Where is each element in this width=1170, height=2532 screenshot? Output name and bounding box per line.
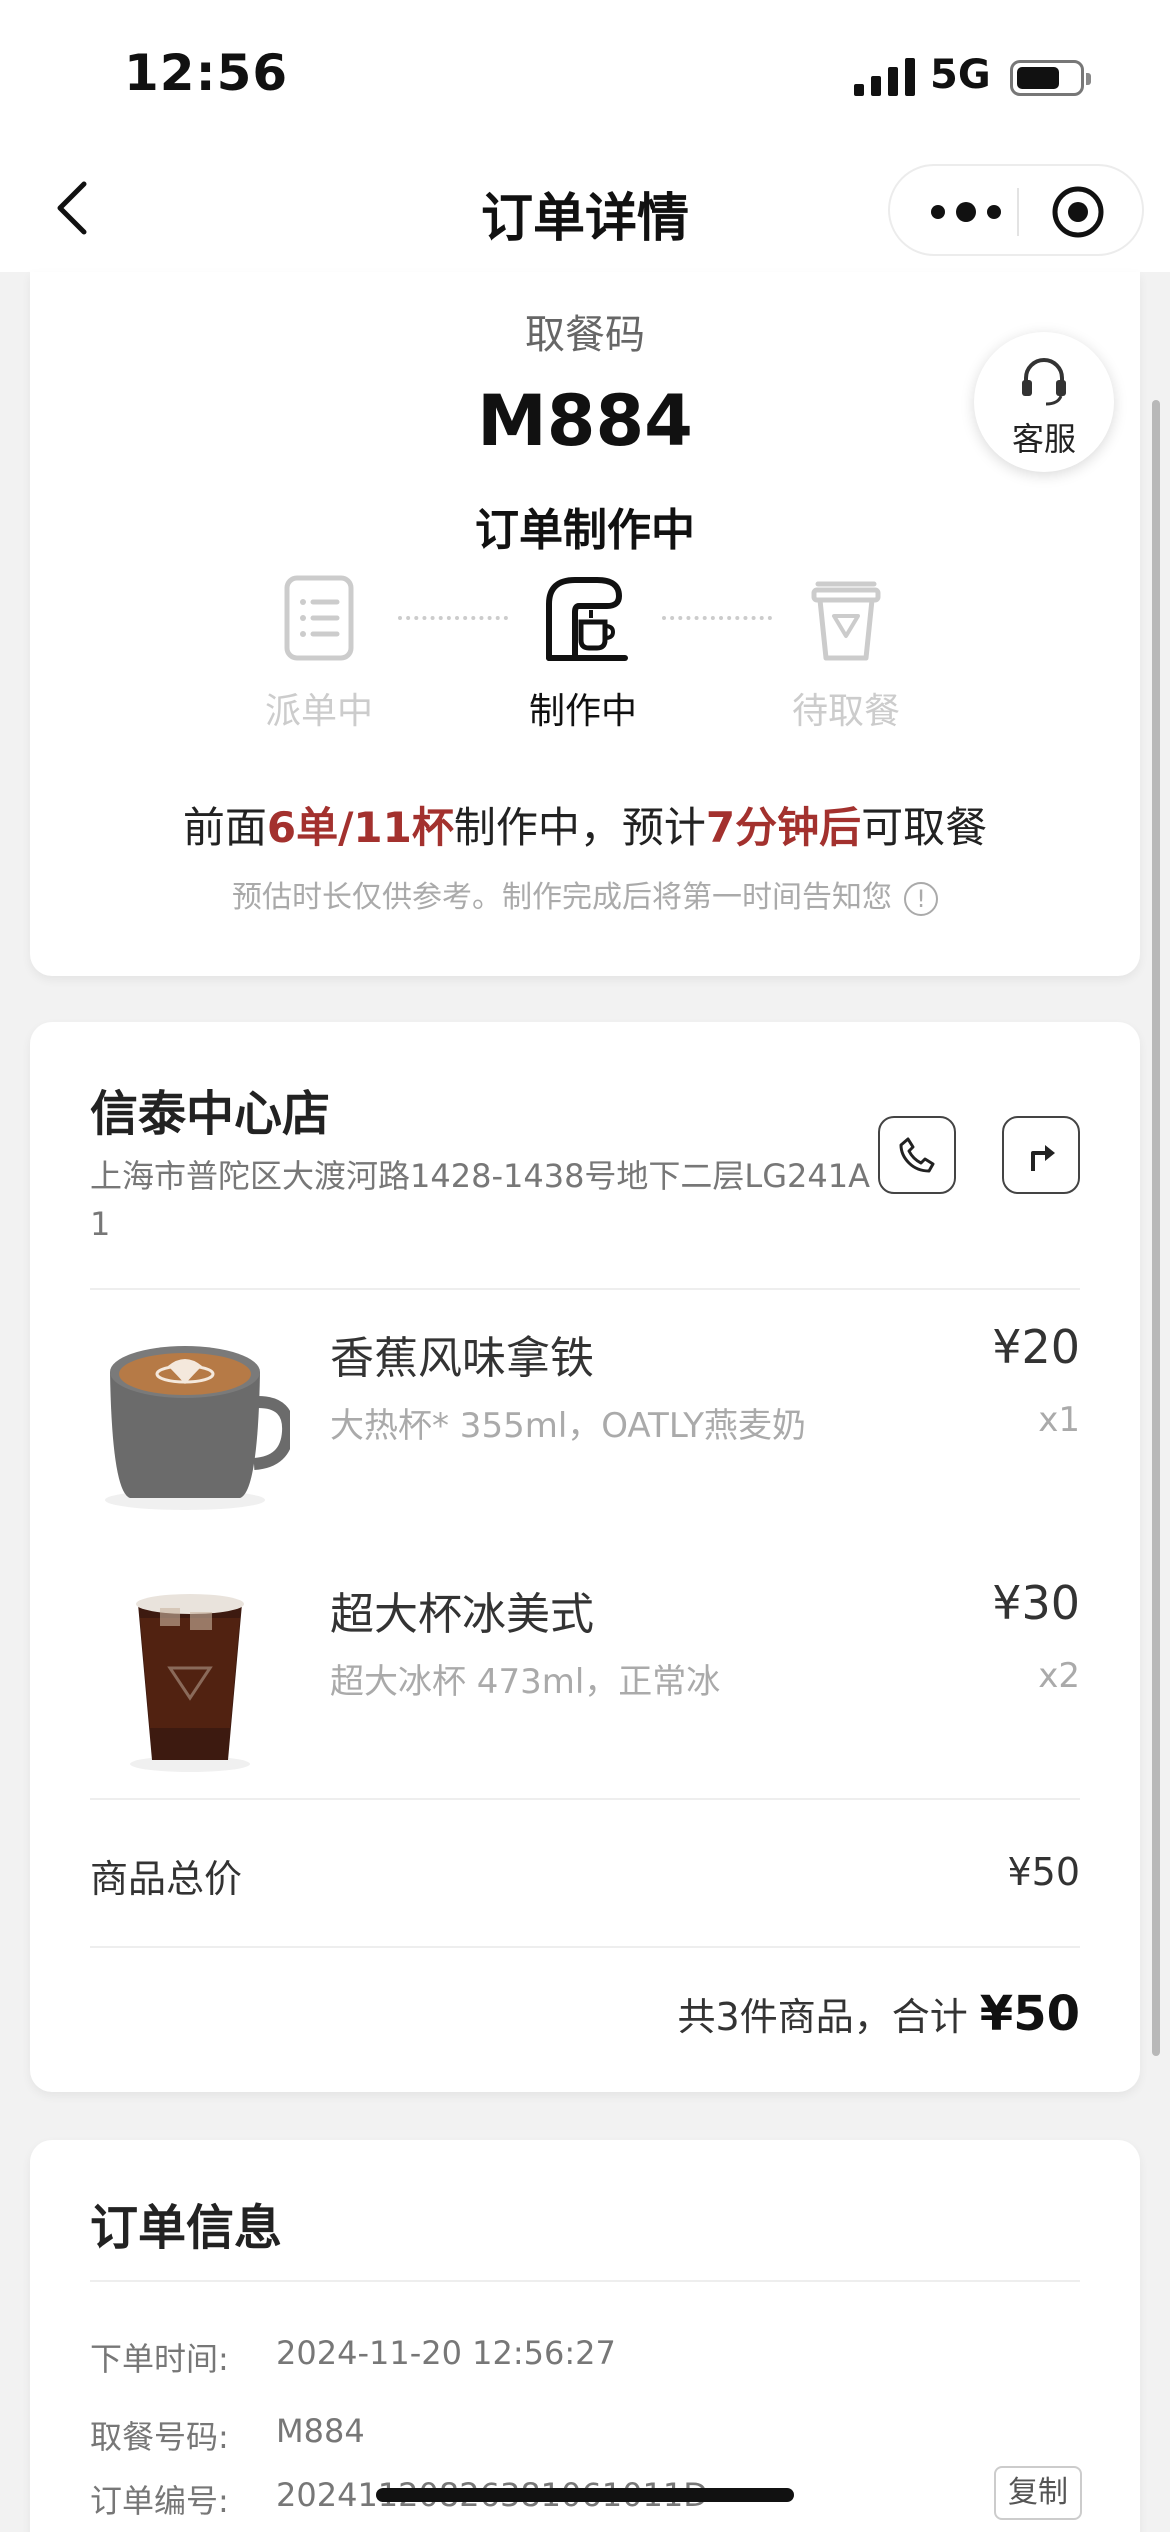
subtotal-value: ¥50 (1007, 1850, 1080, 1894)
latte-cup-image (105, 1346, 290, 1510)
eta-queue: 6单/11杯 (266, 803, 454, 852)
store-address: 上海市普陀区大渡河路1428-1438号地下二层LG241A1 (90, 1157, 871, 1243)
eta-middle: 制作中，预计 (453, 803, 706, 852)
divider (90, 1288, 1080, 1290)
store-order-card: 信泰中心店 上海市普陀区大渡河路1428-1438号地下二层LG241A1 香蕉… (30, 1022, 1140, 2092)
customer-service-button[interactable]: 客服 (974, 332, 1114, 472)
nav-bar: 订单详情 (0, 150, 1170, 272)
signal-icon (854, 58, 915, 96)
network-label: 5G (930, 52, 991, 98)
divider (90, 2280, 1080, 2282)
eta-prefix: 前面 (182, 803, 267, 852)
divider (90, 1946, 1080, 1948)
copy-button[interactable]: 复制 (994, 2466, 1082, 2520)
item-spec: 超大冰杯 473ml，正常冰 (330, 1662, 721, 1702)
phone-icon (899, 1137, 935, 1173)
headset-icon (1022, 358, 1066, 406)
customer-service-label: 客服 (1011, 420, 1076, 458)
item-price: ¥30 (992, 1576, 1080, 1630)
order-time-value: 2024-11-20 12:56:27 (276, 2334, 616, 2372)
iced-americano-image (130, 1594, 250, 1772)
total-prefix: 共3件商品，合计 (677, 1995, 968, 2039)
eta-time: 7分钟后 (705, 803, 862, 852)
order-status-title: 订单制作中 (475, 505, 695, 556)
info-icon[interactable]: ! (904, 881, 938, 916)
scrollbar[interactable] (1152, 400, 1160, 2056)
eta-note-text: 预估时长仅供参考。制作完成后将第一时间告知您 (232, 880, 892, 915)
battery-icon (1010, 60, 1091, 96)
store-name: 信泰中心店 (90, 1086, 331, 1142)
order-time-label: 下单时间: (90, 2340, 229, 2378)
step-connector (662, 616, 772, 622)
capsule-divider (1017, 188, 1019, 236)
step-label-making: 制作中 (528, 691, 637, 732)
pickup-number-value: M884 (276, 2412, 365, 2450)
navigate-store-button[interactable] (1002, 1116, 1080, 1194)
item-name: 超大杯冰美式 (330, 1589, 594, 1640)
item-name: 香蕉风味拿铁 (330, 1333, 594, 1384)
pickup-number-label: 取餐号码: (90, 2418, 229, 2456)
pickup-cup-icon (811, 581, 881, 661)
item-price: ¥20 (992, 1320, 1080, 1374)
status-time: 12:56 (124, 44, 289, 102)
step-label-dispatch: 派单中 (264, 691, 373, 732)
order-info-card: 订单信息 下单时间: 2024-11-20 12:56:27 取餐号码: M88… (30, 2140, 1140, 2532)
pickup-card: 取餐码 M884 订单制作中 客服 派单中 制作中 待取餐 前面6单/11杯制作… (30, 272, 1140, 976)
more-icon[interactable] (926, 190, 1006, 234)
directions-icon (1031, 1145, 1055, 1171)
divider (90, 1798, 1080, 1800)
close-miniprogram-icon[interactable] (1050, 184, 1106, 240)
item-spec: 大热杯* 355ml，OATLY燕麦奶 (330, 1406, 807, 1446)
call-store-button[interactable] (878, 1116, 956, 1194)
eta-note: 预估时长仅供参考。制作完成后将第一时间告知您! (30, 872, 1140, 916)
status-bar: 12:56 5G (0, 0, 1170, 150)
step-label-pickup: 待取餐 (791, 691, 900, 732)
coffee-machine-icon (546, 577, 628, 661)
order-total: 共3件商品，合计 ¥50 (678, 1986, 1080, 2042)
pickup-code-label: 取餐码 (525, 312, 645, 358)
order-info-title: 订单信息 (90, 2200, 283, 2256)
mini-program-capsule (888, 164, 1144, 256)
clipboard-list-icon (284, 575, 354, 661)
eta-text: 前面6单/11杯制作中，预计7分钟后可取餐 (30, 794, 1140, 855)
item-qty: x1 (1038, 1400, 1080, 1440)
subtotal-label: 商品总价 (90, 1857, 243, 1901)
home-indicator[interactable] (376, 2488, 794, 2502)
total-amount: ¥50 (979, 1986, 1080, 2042)
eta-suffix: 可取餐 (861, 803, 988, 852)
order-number-label: 订单编号: (90, 2482, 229, 2520)
step-connector (398, 616, 508, 622)
item-qty: x2 (1038, 1656, 1080, 1696)
